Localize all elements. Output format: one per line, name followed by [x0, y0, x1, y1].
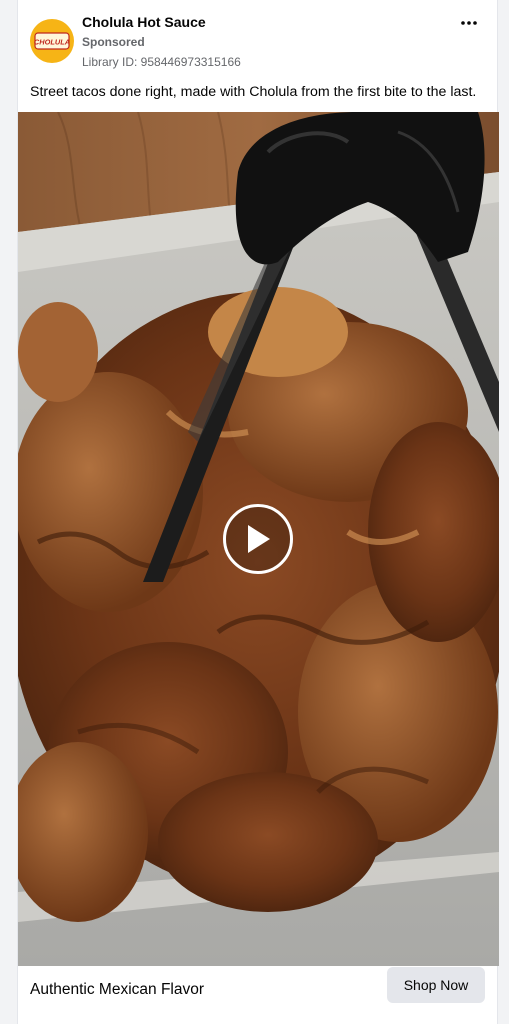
sponsored-label: Sponsored [82, 35, 145, 49]
page-avatar[interactable]: CHOLULA [30, 19, 74, 63]
video-thumbnail[interactable] [18, 112, 499, 966]
play-icon [248, 525, 270, 553]
play-button[interactable] [223, 504, 293, 574]
cholula-logo: CHOLULA [34, 32, 70, 50]
ad-card: CHOLULA Cholula Hot Sauce Sponsored Libr… [17, 0, 499, 1024]
ad-footer: Authentic Mexican Flavor Shop Now [18, 966, 497, 1024]
page-name[interactable]: Cholula Hot Sauce [82, 14, 206, 30]
ad-headline: Authentic Mexican Flavor [30, 981, 205, 998]
shop-now-button[interactable]: Shop Now [387, 967, 485, 1003]
more-options-button[interactable] [455, 12, 483, 34]
ad-caption: Street tacos done right, made with Cholu… [30, 84, 477, 100]
svg-text:CHOLULA: CHOLULA [34, 38, 70, 47]
ad-header: CHOLULA Cholula Hot Sauce Sponsored Libr… [18, 0, 497, 80]
more-options-icon [461, 21, 477, 25]
library-id: Library ID: 958446973315166 [82, 55, 241, 69]
